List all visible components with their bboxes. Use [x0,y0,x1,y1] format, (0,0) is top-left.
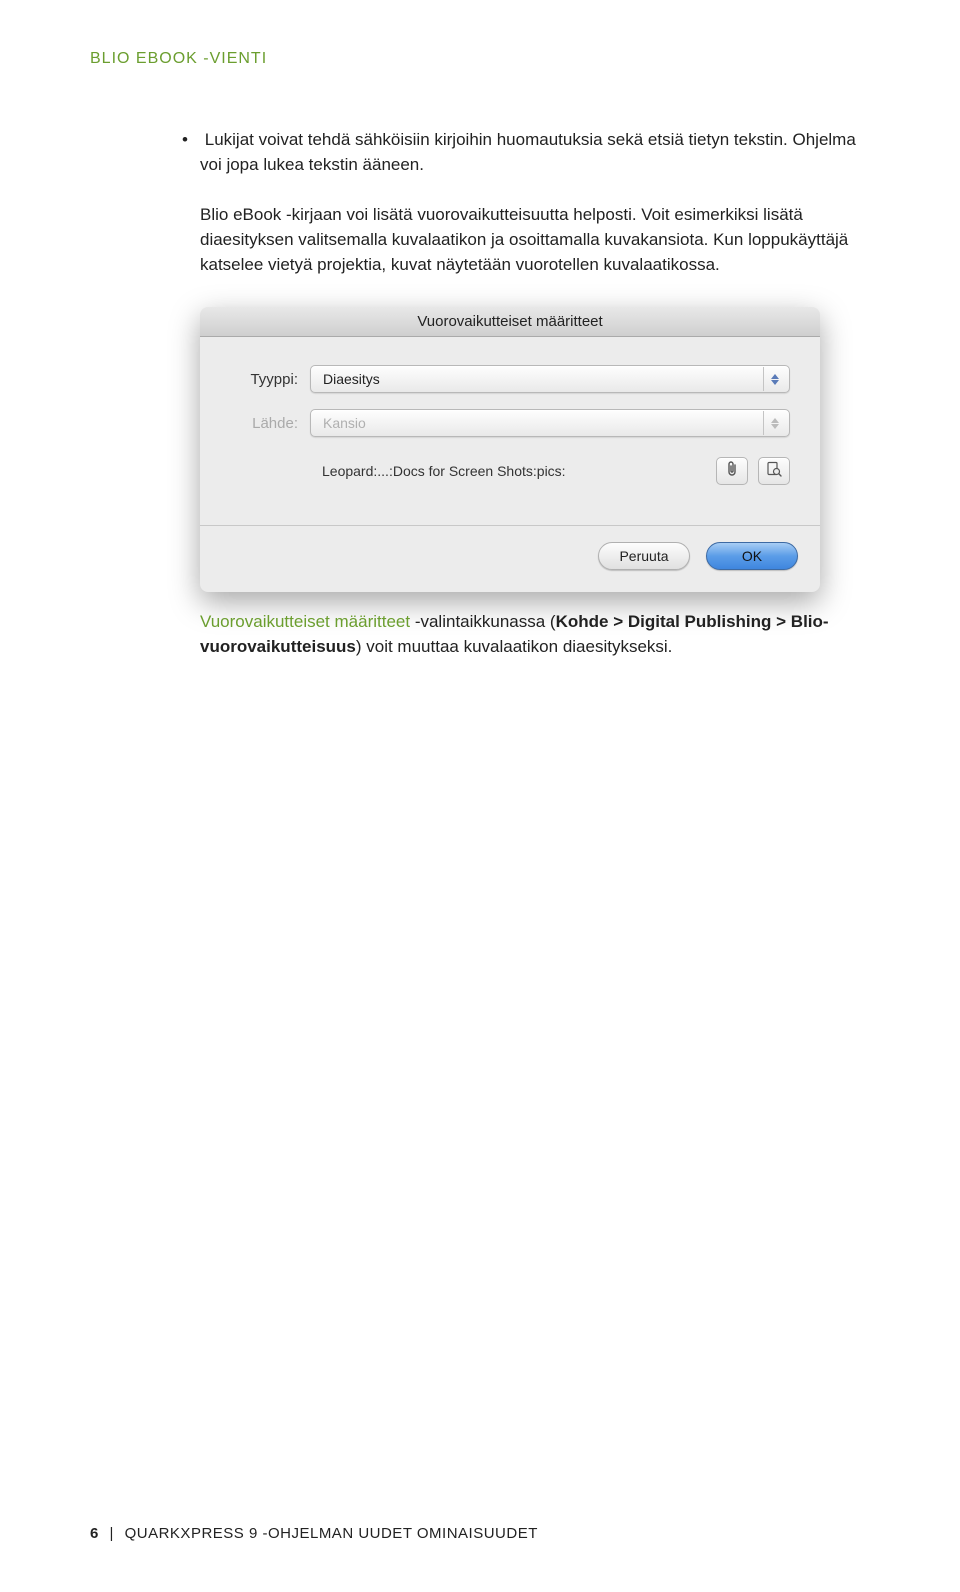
cancel-button-label: Peruuta [619,548,668,564]
attach-button[interactable] [716,457,748,485]
type-select-value: Diaesitys [323,371,380,387]
browse-button[interactable] [758,457,790,485]
page-footer: 6 | QUARKXPRESS 9 -OHJELMAN UUDET OMINAI… [90,1525,538,1542]
source-label: Lähde: [230,415,310,432]
source-select[interactable]: Kansio [310,409,790,437]
ok-button-label: OK [742,548,762,564]
type-label: Tyyppi: [230,371,310,388]
source-select-value: Kansio [323,415,366,431]
ok-button[interactable]: OK [706,542,798,570]
body-paragraph: Blio eBook -kirjaan voi lisätä vuorovaik… [200,203,870,277]
cancel-button[interactable]: Peruuta [598,542,690,570]
select-arrows-icon [763,367,785,391]
caption-text-1: -valintaikkunassa ( [410,612,556,631]
footer-title: QUARKXPRESS 9 -OHJELMAN UUDET OMINAISUUD… [125,1525,538,1542]
magnifier-page-icon [766,461,782,482]
figure-caption: Vuorovaikutteiset määritteet -valintaikk… [200,610,870,659]
interactive-attributes-dialog: Vuorovaikutteiset määritteet Tyyppi: Dia… [200,307,820,592]
path-text: Leopard:...:Docs for Screen Shots:pics: [322,463,706,479]
caption-text-2: ) voit muuttaa kuvalaatikon diaesityksek… [356,637,673,656]
dialog-title: Vuorovaikutteiset määritteet [200,307,820,337]
bullet-paragraph: • Lukijat voivat tehdä sähköisiin kirjoi… [200,128,870,177]
caption-term: Vuorovaikutteiset määritteet [200,612,410,631]
dialog-screenshot: Vuorovaikutteiset määritteet Tyyppi: Dia… [200,307,870,592]
paperclip-icon [725,461,739,482]
bullet-text: Lukijat voivat tehdä sähköisiin kirjoihi… [200,130,856,174]
header-breadcrumb: BLIO EBOOK -VIENTI [90,50,870,68]
bullet-marker: • [182,128,200,153]
footer-divider: | [110,1525,114,1542]
page-number: 6 [90,1525,99,1542]
select-arrows-icon [763,411,785,435]
type-select[interactable]: Diaesitys [310,365,790,393]
